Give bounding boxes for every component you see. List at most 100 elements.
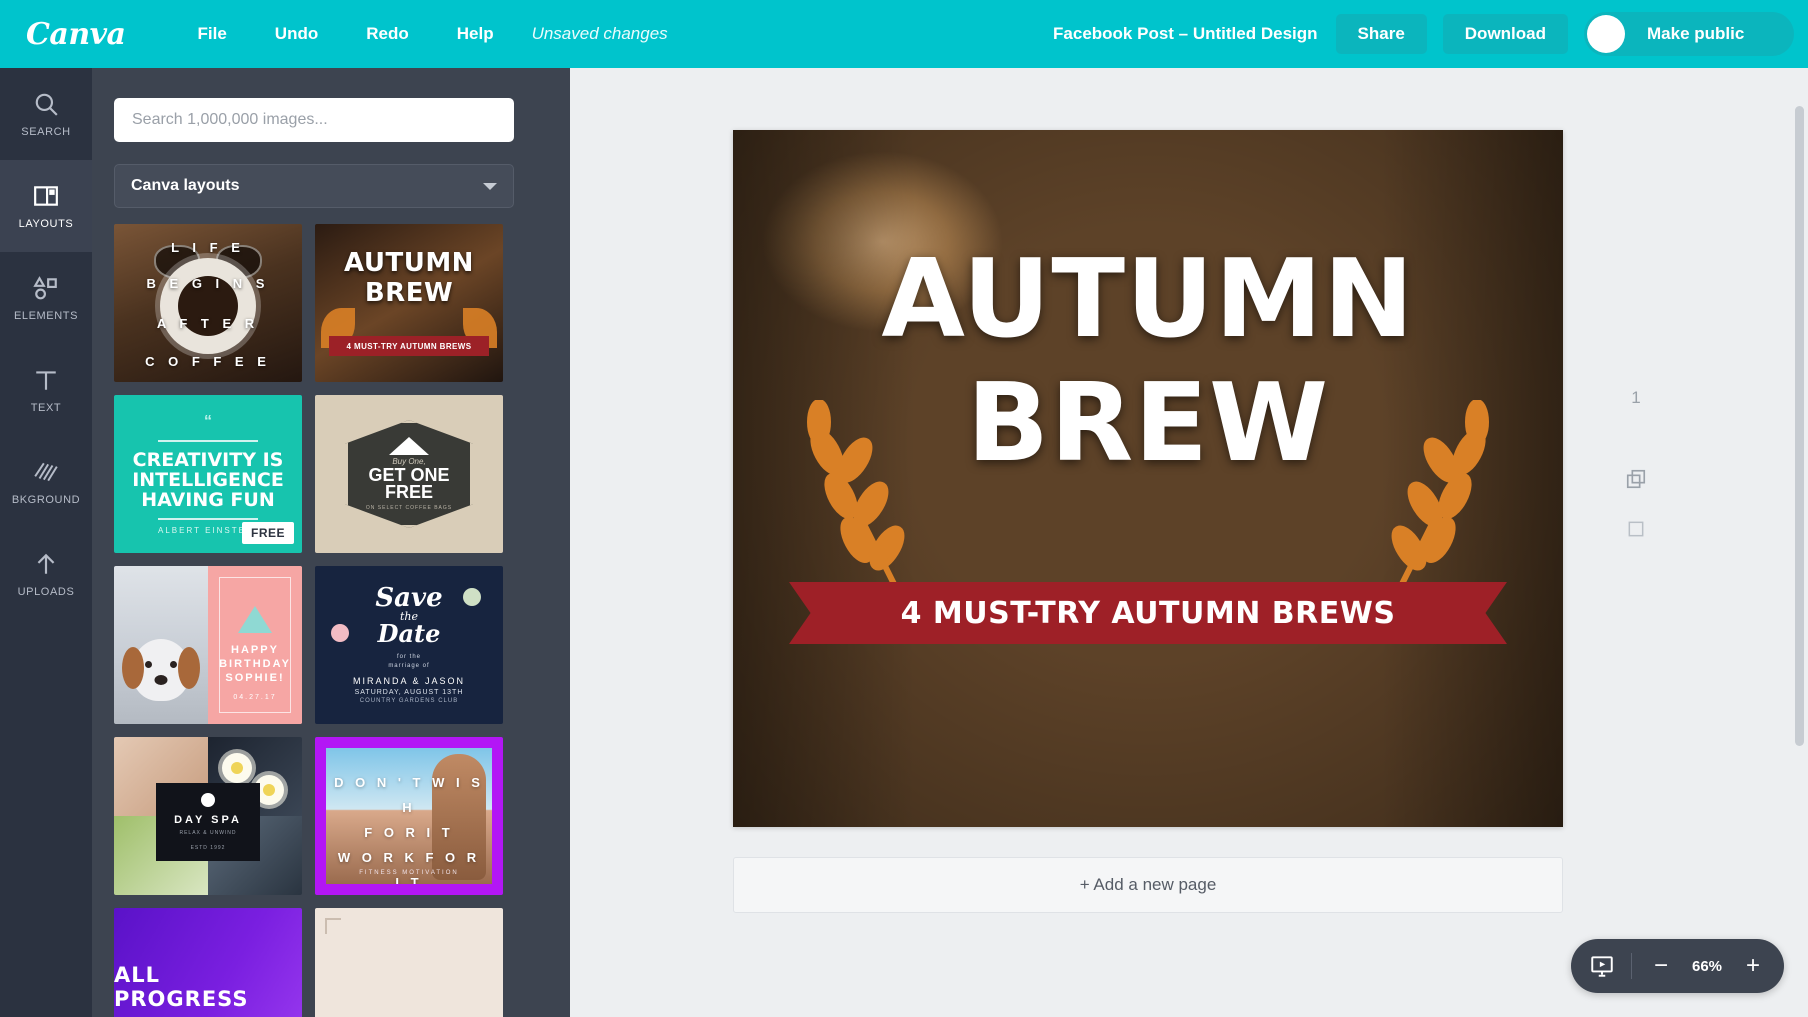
template-subtitle: marriage of [388,663,430,669]
zoom-toolbar: − 66% + [1571,939,1784,993]
share-button[interactable]: Share [1335,14,1427,54]
spa-card: DAY SPA RELAX & UNWIND ESTD 1992 [156,783,260,862]
template-text-line: HAVING FUN [141,489,275,511]
presentation-icon[interactable] [1589,953,1615,979]
template-tile-day-spa[interactable]: DAY SPA RELAX & UNWIND ESTD 1992 [114,737,302,895]
sidebar-label-elements: ELEMENTS [13,309,79,322]
page-number: 1 [1631,388,1641,407]
search-icon [33,91,59,117]
page-side-controls: 1 [1606,68,1666,1017]
template-text-line: D O N ' T W I S H [334,775,484,815]
sidebar-label-layouts: LAYOUTS [18,217,74,230]
template-tile-blank[interactable] [315,908,503,1017]
menu-item-redo[interactable]: Redo [350,18,425,50]
template-tile-dont-wish-for-it[interactable]: D O N ' T W I S H F O R I T W O R K F O … [315,737,503,895]
template-text-line: ALL PROGRESS [114,963,249,1011]
divider [158,518,258,520]
divider [158,440,258,442]
zoom-level-value: 66% [1691,957,1723,975]
sidebar-item-text[interactable]: TEXT [0,344,92,436]
template-text-line: INTELLIGENCE [132,469,284,491]
menu-item-file[interactable]: File [182,18,243,50]
dog-icon [122,638,200,701]
template-tile-happy-birthday[interactable]: HAPPY BIRTHDAY SOPHIE! 04.27.17 [114,566,302,724]
divider [1631,953,1632,979]
sidebar-label-uploads: UPLOADS [17,585,75,598]
template-tile-get-one-free[interactable]: Buy One, GET ONE FREE ON SELECT COFFEE B… [315,395,503,553]
sidebar-item-uploads[interactable]: UPLOADS [0,528,92,620]
document-title[interactable]: Facebook Post – Untitled Design [1053,24,1318,44]
sidebar-item-layouts[interactable]: LAYOUTS [0,160,92,252]
zoom-in-button[interactable]: + [1740,954,1766,978]
free-badge: FREE [241,522,294,544]
template-text-line: C O F F E E [145,354,271,369]
design-canvas[interactable]: AUTUMN BREW 4 MUST-TRY AUTUMN BREWS [733,130,1563,827]
mountain-icon [389,437,429,455]
flower-icon [331,624,349,642]
add-new-page-label: + Add a new page [1079,875,1217,894]
download-button[interactable]: Download [1442,14,1568,54]
delete-page-icon[interactable] [1626,519,1646,544]
template-subtitle: for the [396,654,421,660]
birthday-card: HAPPY BIRTHDAY SOPHIE! 04.27.17 [208,566,302,724]
template-text-line: W O R K F O R [337,850,481,865]
hexagon-badge: Buy One, GET ONE FREE ON SELECT COFFEE B… [345,420,473,528]
main-menu: File Undo Redo Help Unsaved changes [182,18,668,50]
template-text-line: Date [377,619,441,648]
layouts-icon [33,183,59,209]
canvas-scrollbar-thumb[interactable] [1795,106,1804,746]
template-text-line: Save [375,583,443,613]
canvas-scrollbar-track[interactable] [1795,74,1806,1011]
template-text-line: A F T E R [156,316,260,331]
template-when: SATURDAY, AUGUST 13TH [354,689,464,696]
template-ribbon: 4 MUST-TRY AUTUMN BREWS [329,336,489,356]
sidebar-label-search: SEARCH [21,125,71,138]
save-status: Unsaved changes [531,24,668,43]
template-tile-save-the-date[interactable]: Save the Date for the marriage of MIRAND… [315,566,503,724]
duplicate-page-icon[interactable] [1625,468,1647,495]
sidebar-item-search[interactable]: SEARCH [0,68,92,160]
design-title-line2[interactable]: BREW [733,366,1563,482]
dog-photo [114,566,208,724]
template-where: COUNTRY GARDENS CLUB [359,698,459,704]
add-new-page-button[interactable]: + Add a new page [733,857,1563,913]
quote-mark: “ [204,413,212,430]
flower-icon [222,753,252,783]
left-rail: SEARCH LAYOUTS ELEMENTS TEXT BKGROUND UP… [0,68,92,1017]
template-tile-creativity[interactable]: “ CREATIVITY IS INTELLIGENCE HAVING FUN … [114,395,302,553]
menu-item-help[interactable]: Help [441,18,510,50]
make-public-toggle[interactable]: Make public [1584,12,1794,56]
template-footnote: FITNESS MOTIVATION [359,870,459,876]
layouts-category-dropdown[interactable]: Canva layouts [114,164,514,208]
template-title: DAY SPA [174,814,242,827]
sidebar-item-elements[interactable]: ELEMENTS [0,252,92,344]
template-text-line: CREATIVITY IS [132,449,284,471]
sidebar-item-background[interactable]: BKGROUND [0,436,92,528]
zoom-out-button[interactable]: − [1648,954,1674,978]
menu-item-undo[interactable]: Undo [259,18,334,50]
template-art: D O N ' T W I S H F O R I T W O R K F O … [326,748,492,884]
template-tile-life-begins-after-coffee[interactable]: L I F E B E G I N S A F T E R C O F F E … [114,224,302,382]
template-tile-autumn-brew[interactable]: AUTUMN BREW 4 MUST-TRY AUTUMN BREWS [315,224,503,382]
canva-logo[interactable]: Canva [26,17,126,52]
make-public-label: Make public [1647,24,1745,43]
canvas-area: AUTUMN BREW 4 MUST-TRY AUTUMN BREWS + Ad… [570,68,1808,1017]
template-date: 04.27.17 [233,694,277,701]
design-banner[interactable]: 4 MUST-TRY AUTUMN BREWS [789,582,1507,644]
flower-icon [463,588,481,606]
design-title-line1[interactable]: AUTUMN [733,242,1563,358]
search-input[interactable] [114,98,514,142]
template-tile-all-progress[interactable]: ALL PROGRESS [114,908,302,1017]
template-text-line: FREE [384,482,433,502]
elements-icon [33,275,59,301]
template-footnote: ESTD 1992 [190,845,226,852]
text-icon [33,367,59,393]
template-footnote: ON SELECT COFFEE BAGS [365,505,453,511]
chevron-down-icon [483,182,497,190]
layouts-panel: Canva layouts L I F E B E G I N S A F T … [92,68,570,1017]
top-bar: Canva File Undo Redo Help Unsaved change… [0,0,1808,68]
template-grid: L I F E B E G I N S A F T E R C O F F E … [114,224,526,1017]
sidebar-label-background: BKGROUND [11,493,81,506]
template-title-line1: AUTUMN [344,248,474,278]
template-text-block: D O N ' T W I S H F O R I T W O R K F O … [326,770,492,884]
